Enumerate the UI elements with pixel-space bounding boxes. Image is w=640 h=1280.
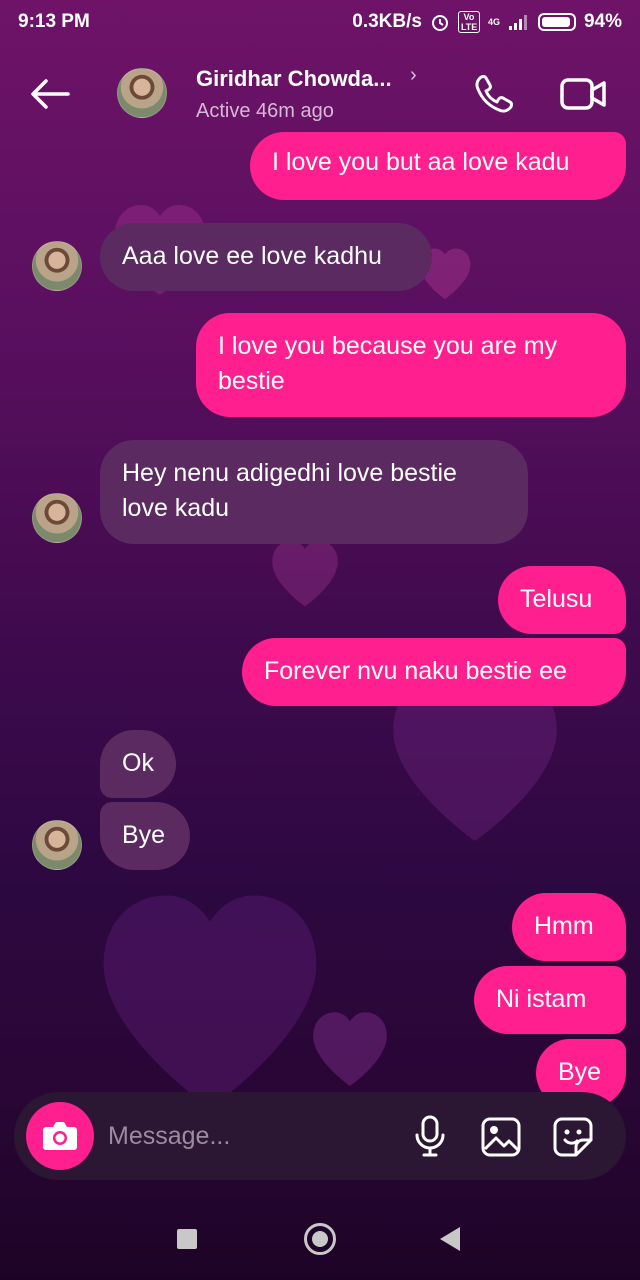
- alarm-icon: [431, 15, 448, 31]
- battery-icon: [537, 13, 576, 31]
- chat-header: Giridhar Chowda... › Active 46m ago: [0, 50, 640, 140]
- camera-icon: [43, 1122, 77, 1150]
- back-triangle-icon[interactable]: [440, 1227, 460, 1251]
- message-bubble-received[interactable]: Hey nenu adigedhi love bestie love kadu: [100, 440, 528, 544]
- message-bubble-sent[interactable]: Hmm: [512, 893, 626, 961]
- message-composer: [14, 1092, 626, 1180]
- status-bar: 9:13 PM 0.3KB/s Vo LTE 4G 94%: [0, 0, 640, 44]
- microphone-icon[interactable]: [412, 1114, 448, 1158]
- message-bubble-sent[interactable]: I love you because you are my bestie: [196, 313, 626, 417]
- volte-badge: Vo LTE: [457, 11, 480, 33]
- image-gallery-icon[interactable]: [480, 1116, 522, 1158]
- contact-avatar[interactable]: [117, 68, 167, 118]
- contact-active-status: Active 46m ago: [196, 100, 334, 122]
- message-bubble-sent[interactable]: Telusu: [498, 566, 626, 634]
- message-bubble-received[interactable]: Aaa love ee love kadhu: [100, 223, 432, 291]
- message-input[interactable]: [108, 1116, 398, 1156]
- home-icon[interactable]: [304, 1223, 336, 1255]
- camera-button[interactable]: [26, 1102, 94, 1170]
- chevron-right-icon[interactable]: ›: [410, 64, 417, 87]
- signal-label: 4G: [487, 17, 500, 27]
- recent-apps-icon[interactable]: [177, 1229, 197, 1249]
- network-speed: 0.3KB/s: [352, 11, 422, 32]
- message-bubble-received[interactable]: Bye: [100, 802, 190, 870]
- signal-strength-icon: [508, 15, 527, 30]
- battery-text: 94%: [583, 11, 622, 32]
- battery-fill: [541, 17, 571, 27]
- status-time: 9:13 PM: [18, 11, 90, 32]
- background-heart-icon: [313, 1012, 387, 1086]
- message-bubble-sent[interactable]: Forever nvu naku bestie ee: [242, 638, 626, 706]
- system-navigation-bar: [0, 1200, 640, 1280]
- arrow-left-icon[interactable]: [28, 76, 72, 112]
- sender-avatar[interactable]: [32, 241, 82, 291]
- phone-icon[interactable]: [472, 72, 516, 116]
- sticker-icon[interactable]: [552, 1116, 594, 1158]
- message-bubble-received[interactable]: Ok: [100, 730, 176, 798]
- video-camera-icon[interactable]: [558, 72, 608, 116]
- sender-avatar[interactable]: [32, 493, 82, 543]
- message-bubble-sent[interactable]: I love you but aa love kadu: [250, 132, 626, 200]
- contact-name[interactable]: Giridhar Chowda...: [196, 66, 392, 92]
- message-bubble-sent[interactable]: Ni istam: [474, 966, 626, 1034]
- status-icons: 0.3KB/s Vo LTE 4G 94%: [352, 11, 622, 33]
- sender-avatar[interactable]: [32, 820, 82, 870]
